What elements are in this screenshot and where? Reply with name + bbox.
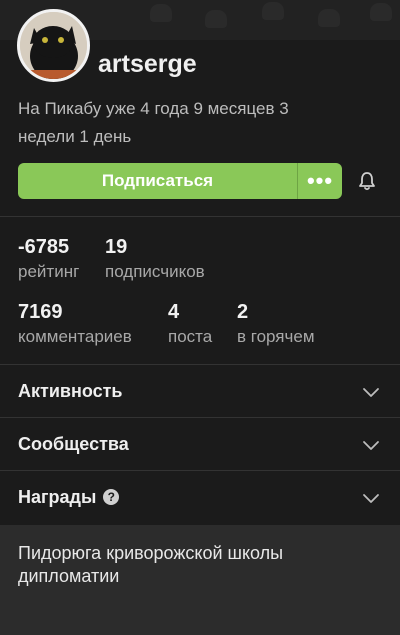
stat-label: в горячем bbox=[237, 327, 315, 346]
stat-value: 19 bbox=[105, 236, 128, 258]
chevron-down-icon bbox=[363, 494, 379, 503]
stat-rating: -6785 рейтинг bbox=[18, 235, 79, 283]
section-awards[interactable]: Награды ? bbox=[0, 471, 400, 523]
stat-value: 4 bbox=[168, 301, 180, 323]
section-title: Сообщества bbox=[18, 433, 129, 454]
about-panel: Пидорюга криворожской школы дипломатии bbox=[0, 525, 400, 635]
section-title: Награды ? bbox=[18, 486, 120, 508]
member-since: На Пикабу уже 4 года 9 месяцев 3 недели … bbox=[18, 99, 289, 146]
stat-label: поста bbox=[168, 327, 213, 346]
stat-value: -6785 bbox=[18, 236, 70, 258]
more-button[interactable]: ••• bbox=[297, 163, 342, 199]
section-activity[interactable]: Активность bbox=[0, 365, 400, 417]
stat-value: 2 bbox=[237, 301, 249, 323]
bell-icon[interactable] bbox=[357, 171, 377, 191]
chevron-down-icon bbox=[363, 388, 379, 397]
stat-label: комментариев bbox=[18, 327, 132, 346]
avatar[interactable] bbox=[17, 9, 90, 82]
help-icon[interactable]: ? bbox=[103, 489, 120, 505]
stat-comments[interactable]: 7169 комментариев bbox=[18, 300, 132, 348]
about-text: Пидорюга криворожской школы дипломатии bbox=[18, 543, 284, 586]
divider bbox=[0, 216, 400, 217]
subscribe-row: Подписаться ••• bbox=[18, 163, 378, 199]
chevron-down-icon bbox=[363, 441, 379, 450]
stat-posts[interactable]: 4 поста bbox=[168, 300, 212, 348]
section-title-text: Награды bbox=[18, 486, 97, 507]
avatar-image bbox=[20, 12, 87, 79]
username: artserge bbox=[98, 50, 197, 78]
stat-label: подписчиков bbox=[105, 262, 205, 281]
stat-subscribers[interactable]: 19 подписчиков bbox=[105, 235, 205, 283]
subscribe-button[interactable]: Подписаться bbox=[18, 163, 297, 199]
stat-value: 7169 bbox=[18, 301, 63, 323]
section-title: Активность bbox=[18, 380, 123, 401]
stat-hot[interactable]: 2 в горячем bbox=[237, 300, 315, 348]
stat-label: рейтинг bbox=[18, 262, 80, 281]
section-communities[interactable]: Сообщества bbox=[0, 418, 400, 470]
